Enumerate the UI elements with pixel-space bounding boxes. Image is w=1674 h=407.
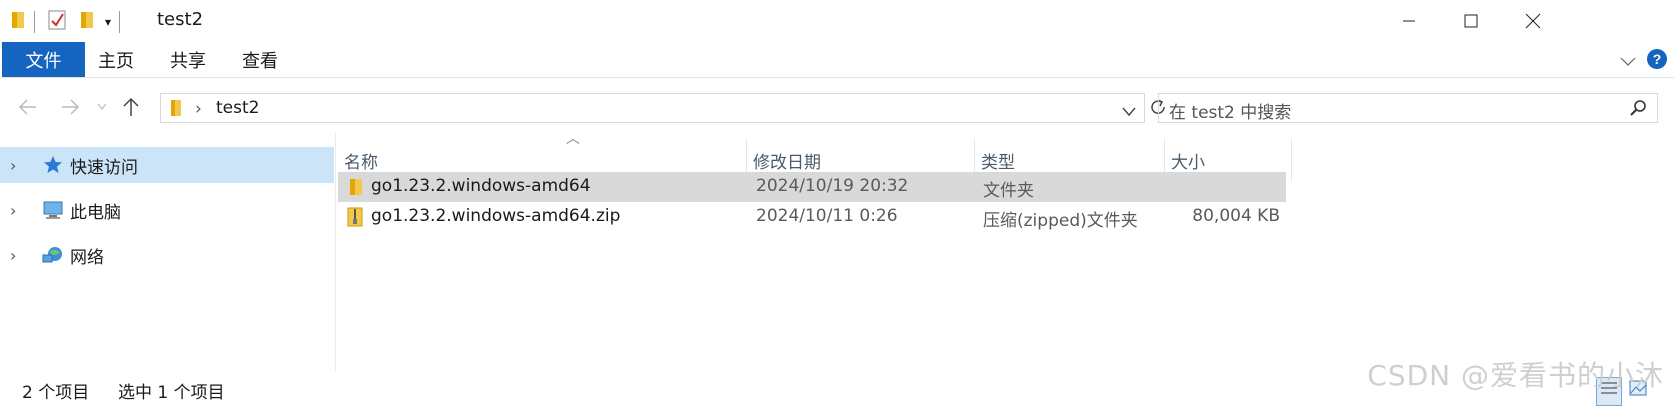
expand-ribbon-chevron-icon[interactable]	[1620, 52, 1636, 72]
folder-icon	[348, 178, 364, 201]
item-count: 2 个项目	[22, 383, 90, 403]
table-row[interactable]: go1.23.2.windows-amd64.zip 2024/10/11 0:…	[338, 202, 1286, 232]
file-date: 2024/10/19 20:32	[756, 176, 909, 196]
nav-item-quick-access[interactable]: › 快速访问	[0, 147, 334, 183]
ribbon: 文件 主页 共享 查看 ?	[0, 42, 1674, 78]
file-size: 80,004 KB	[1192, 206, 1280, 226]
search-placeholder: 在 test2 中搜索	[1169, 103, 1292, 123]
svg-text:?: ?	[1653, 51, 1662, 67]
folder-icon	[10, 10, 26, 35]
close-button[interactable]	[1502, 0, 1564, 42]
network-icon	[42, 244, 64, 266]
nav-item-network[interactable]: › 网络	[0, 237, 334, 273]
expand-chevron-icon[interactable]: ›	[10, 201, 28, 220]
breadcrumb-test2[interactable]: test2	[216, 98, 259, 118]
zip-folder-icon	[346, 207, 364, 232]
file-name: go1.23.2.windows-amd64	[371, 176, 591, 196]
new-folder-icon[interactable]	[79, 10, 95, 35]
help-icon[interactable]: ?	[1646, 48, 1668, 75]
tab-home[interactable]: 主页	[86, 42, 146, 77]
search-box[interactable]: 在 test2 中搜索	[1158, 93, 1658, 123]
computer-icon	[42, 199, 64, 221]
file-list: ︿ 名称 修改日期 类型 大小 go1.23.2.windows-amd64 2…	[338, 131, 1674, 372]
nav-item-label: 此电脑	[70, 202, 121, 223]
file-type: 压缩(zipped)文件夹	[983, 211, 1138, 231]
quick-access-toolbar: ▾	[10, 8, 128, 36]
title-bar: ▾ test2	[0, 0, 1674, 42]
forward-button[interactable]	[56, 92, 84, 122]
breadcrumb-chevron-icon[interactable]: ›	[195, 99, 202, 119]
folder-icon	[169, 99, 183, 122]
up-button[interactable]	[118, 92, 144, 122]
nav-item-label: 网络	[70, 247, 104, 268]
tab-share[interactable]: 共享	[158, 42, 218, 77]
recent-locations-chevron-icon[interactable]	[92, 92, 112, 122]
table-row[interactable]: go1.23.2.windows-amd64 2024/10/19 20:32 …	[338, 172, 1286, 202]
expand-chevron-icon[interactable]: ›	[10, 246, 28, 265]
nav-item-this-pc[interactable]: › 此电脑	[0, 192, 334, 228]
file-name: go1.23.2.windows-amd64.zip	[371, 206, 621, 226]
minimize-button[interactable]	[1378, 0, 1440, 42]
file-type: 文件夹	[983, 181, 1034, 201]
navigation-pane: › 快速访问 › 此电脑 › 网络	[0, 132, 336, 372]
tab-file[interactable]: 文件	[2, 42, 85, 77]
properties-icon[interactable]	[47, 9, 67, 36]
window-title: test2	[157, 9, 204, 30]
watermark: CSDN @爱看书的小沐	[1367, 359, 1664, 392]
star-icon	[42, 154, 64, 176]
maximize-button[interactable]	[1440, 0, 1502, 42]
nav-item-label: 快速访问	[70, 157, 138, 178]
back-button[interactable]	[14, 92, 42, 122]
selected-count: 选中 1 个项目	[118, 383, 225, 403]
tab-view[interactable]: 查看	[230, 42, 290, 77]
expand-chevron-icon[interactable]: ›	[10, 156, 28, 175]
customize-toolbar-chevron-icon[interactable]: ▾	[105, 15, 111, 29]
address-bar[interactable]: › test2	[160, 93, 1145, 123]
search-icon[interactable]	[1629, 99, 1647, 122]
file-date: 2024/10/11 0:26	[756, 206, 898, 226]
address-row: › test2 在 test2 中搜索	[0, 86, 1674, 128]
address-dropdown-chevron-icon[interactable]	[1122, 102, 1136, 122]
